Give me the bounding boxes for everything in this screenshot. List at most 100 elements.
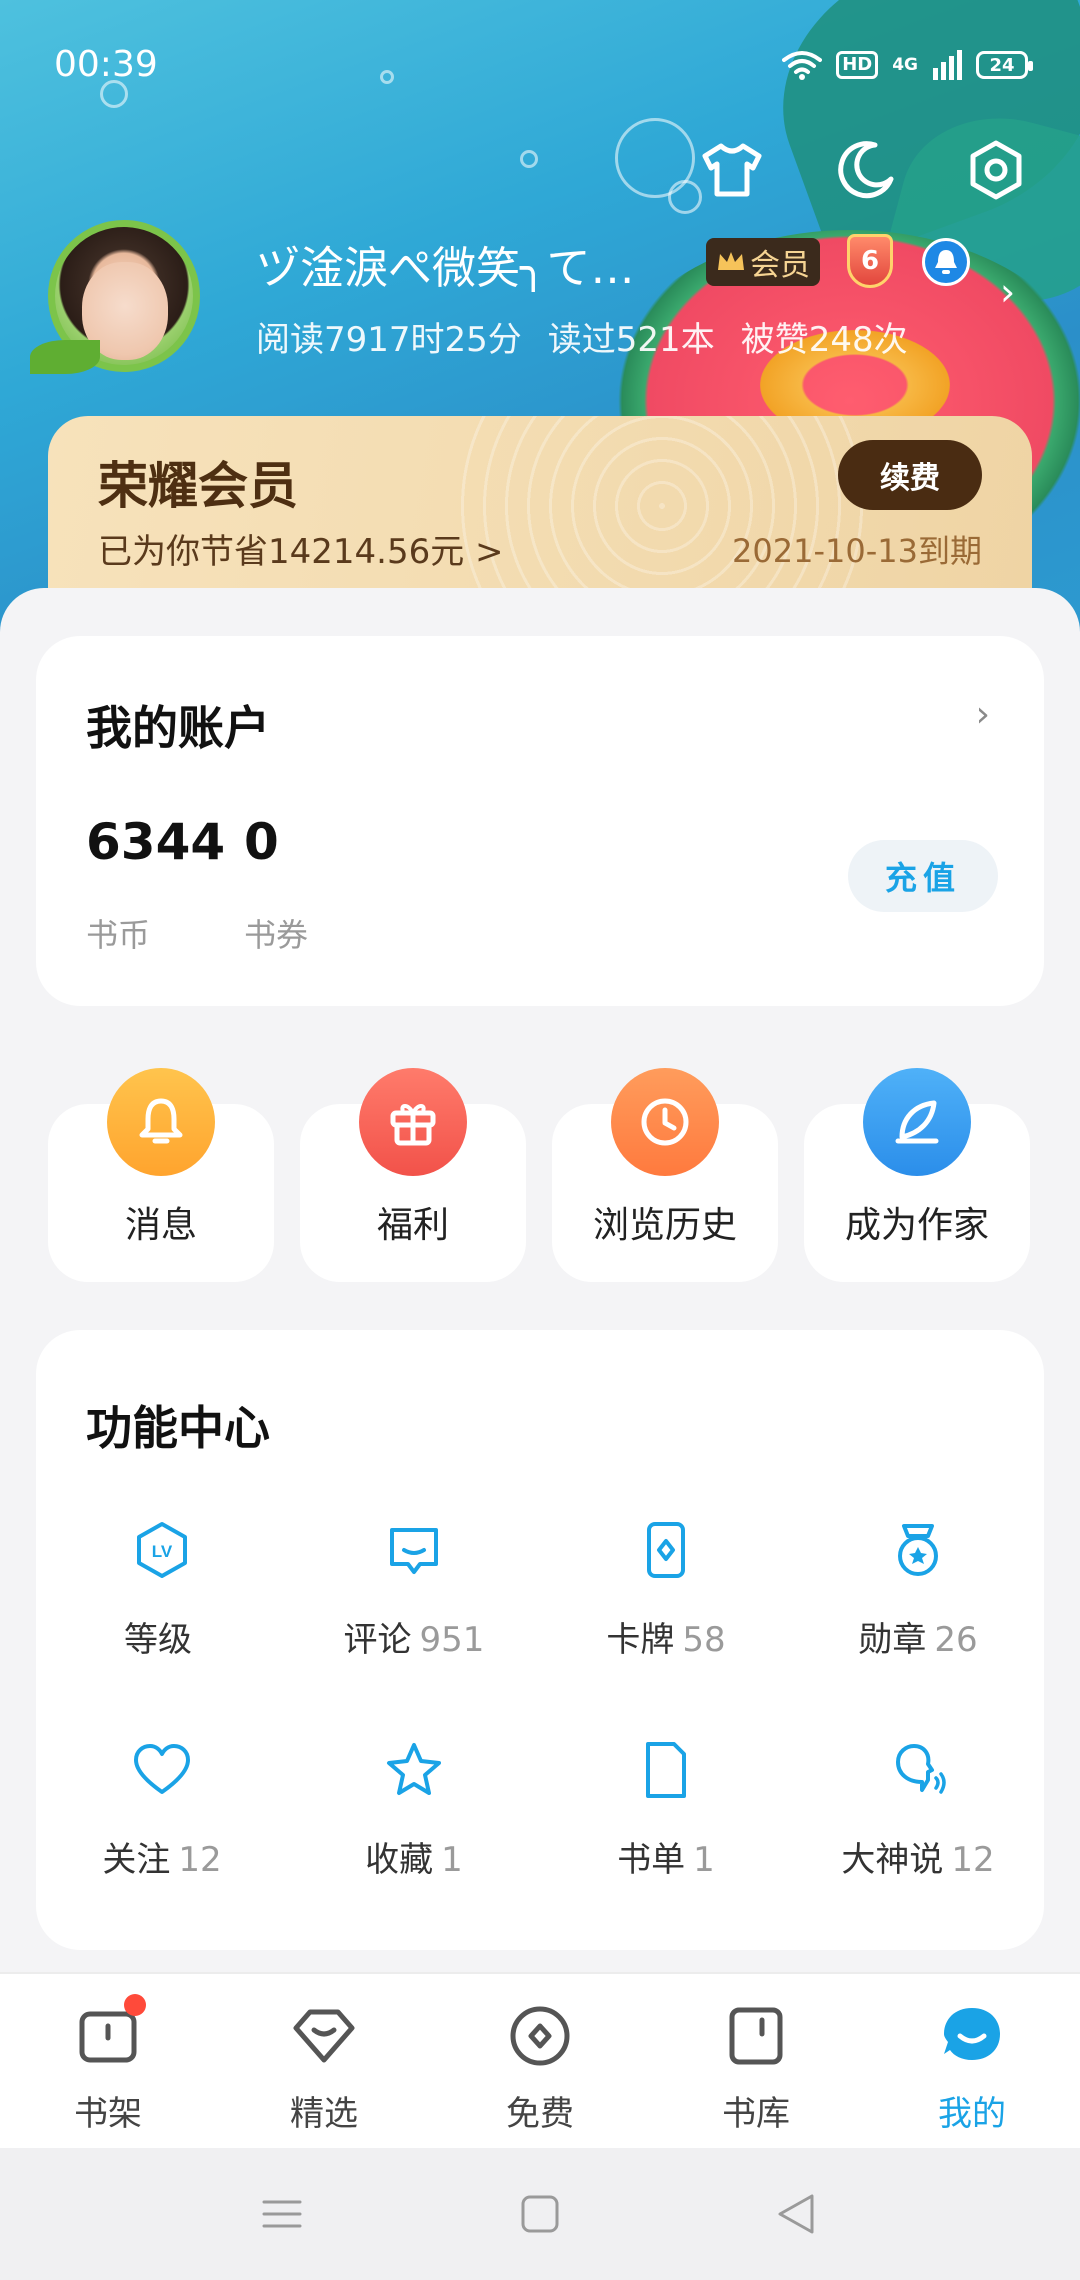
svg-text:LV: LV [152,1542,173,1561]
vouchers-balance[interactable]: 0 书券 [244,814,308,956]
clock-icon [641,1098,689,1146]
status-icons: HD 4G 24 [782,48,1033,82]
profile-chevron-icon[interactable]: › [1000,270,1015,314]
avatar[interactable] [30,220,205,380]
night-mode-button[interactable] [826,130,906,210]
dress-up-button[interactable] [692,130,772,210]
star-icon [384,1740,444,1800]
feature-medals[interactable]: 勋章 26 [792,1520,1044,1700]
heart-icon [132,1740,192,1800]
quick-icon-become-writer [863,1068,971,1176]
vouchers-value: 0 [244,813,279,871]
reading-time: 阅读7917时25分 [256,320,522,360]
nav-item-free[interactable]: 免费 [432,1974,648,2150]
vip-badge-label: 会员 [750,248,810,283]
nav-item-library[interactable]: 书库 [648,1974,864,2150]
coins-value: 6344 [86,813,226,871]
feature-comments[interactable]: 评论 951 [288,1520,540,1700]
vouchers-label: 书券 [244,916,309,954]
comment-icon [384,1520,444,1580]
feature-booklist-label: 书单 1 [617,1840,715,1880]
settings-icon [970,140,1022,200]
nav-item-bookshelf[interactable]: 书架 [0,1974,216,2150]
bell-icon [139,1098,183,1144]
feature-medals-label: 勋章 26 [858,1620,978,1660]
feature-favorites[interactable]: 收藏 1 [288,1740,540,1920]
feature-booklist[interactable]: 书单 1 [540,1740,792,1920]
medal-icon [888,1520,948,1580]
likes-count: 被赞248次 [740,320,908,360]
feature-comments-label: 评论 951 [343,1620,485,1660]
bottom-nav: 书架 精选 免费 书库 我的 [0,1972,1080,2148]
menu-icon [262,2200,302,2228]
notification-bell-badge[interactable] [922,238,970,286]
crown-icon [718,252,744,270]
vip-card[interactable]: 荣耀会员 已为你节省14214.56元 > 续费 2021-10-13到期 [48,416,1032,616]
username[interactable]: ヅ淦淚ぺ微笑╮て… [256,232,696,292]
free-icon [508,2004,572,2068]
home-button[interactable] [510,2184,570,2244]
menu-button[interactable] [252,2184,312,2244]
mine-icon [940,2004,1004,2068]
avatar-frame-leaf [30,340,100,374]
reading-stats: 阅读7917时25分 读过521本 被赞248次 [256,312,908,361]
vip-title: 荣耀会员 [98,457,298,515]
nav-label-mine: 我的 [938,2094,1006,2134]
hd-icon: HD [836,51,879,79]
nav-label-featured: 精选 [290,2094,358,2134]
feature-following[interactable]: 关注 12 [36,1740,288,1920]
recharge-button[interactable]: 充值 [848,840,998,912]
system-navigation-bar [0,2148,1080,2280]
renew-button[interactable]: 续费 [838,440,982,510]
nav-label-bookshelf: 书架 [74,2094,142,2134]
featured-icon [292,2004,356,2068]
settings-button[interactable] [956,130,1036,210]
vip-saving-link[interactable]: 已为你节省14214.56元 > [98,524,504,573]
moon-icon [838,141,894,199]
feather-icon [895,1100,939,1144]
card-icon [636,1520,696,1580]
feature-center-card: 功能中心 LV 等级 评论 951 卡牌 58 勋章 26 关注 12 收藏 1… [36,1330,1044,1950]
nav-item-mine[interactable]: 我的 [864,1974,1080,2150]
vip-badge[interactable]: 会员 [706,238,820,286]
nav-item-featured[interactable]: 精选 [216,1974,432,2150]
feature-following-label: 关注 12 [102,1840,222,1880]
feature-level-label: 等级 [124,1620,192,1660]
feature-favorites-label: 收藏 1 [365,1840,463,1880]
square-home-icon [521,2195,559,2233]
triangle-back-icon [778,2194,814,2234]
nav-label-free: 免费 [506,2094,574,2134]
quick-icon-history [611,1068,719,1176]
gift-icon [390,1104,436,1146]
back-button[interactable] [766,2184,826,2244]
signal-icon [933,50,962,80]
quick-label-history: 浏览历史 [592,1205,737,1246]
quick-label-messages: 消息 [124,1205,197,1246]
booklist-icon [636,1740,696,1800]
account-card[interactable]: 我的账户 › 6344 书币 0 书券 充值 [36,636,1044,1006]
feature-master-says-label: 大神说 12 [841,1840,995,1880]
feature-master-says[interactable]: 大神说 12 [792,1740,1044,1920]
wifi-icon [782,51,823,80]
quick-icon-messages [107,1068,215,1176]
chevron-right-icon[interactable]: › [976,694,990,735]
profile-page: 00:39 HD 4G 24 ヅ淦淚ぺ微笑╮て… 会员 6 › 阅读7917时2… [0,0,1080,2280]
coins-balance[interactable]: 6344 书币 [86,814,225,956]
level-icon: LV [132,1520,192,1580]
status-time: 00:39 [54,44,158,85]
level-badge[interactable]: 6 [830,226,910,296]
feature-level[interactable]: LV 等级 [36,1520,288,1700]
feature-cards[interactable]: 卡牌 58 [540,1520,792,1700]
bell-icon [935,250,957,274]
shirt-icon [702,143,762,197]
speak-icon [888,1740,948,1800]
nav-label-library: 书库 [722,2094,790,2134]
quick-icon-welfare [359,1068,467,1176]
level-shield-icon: 6 [847,234,893,288]
quick-label-become-writer: 成为作家 [844,1205,989,1246]
vip-expire-date: 2021-10-13到期 [732,532,982,570]
coins-label: 书币 [86,916,151,954]
battery-icon: 24 [976,51,1033,79]
account-title: 我的账户 [86,701,270,755]
status-bar: 00:39 HD 4G 24 [0,0,1080,130]
